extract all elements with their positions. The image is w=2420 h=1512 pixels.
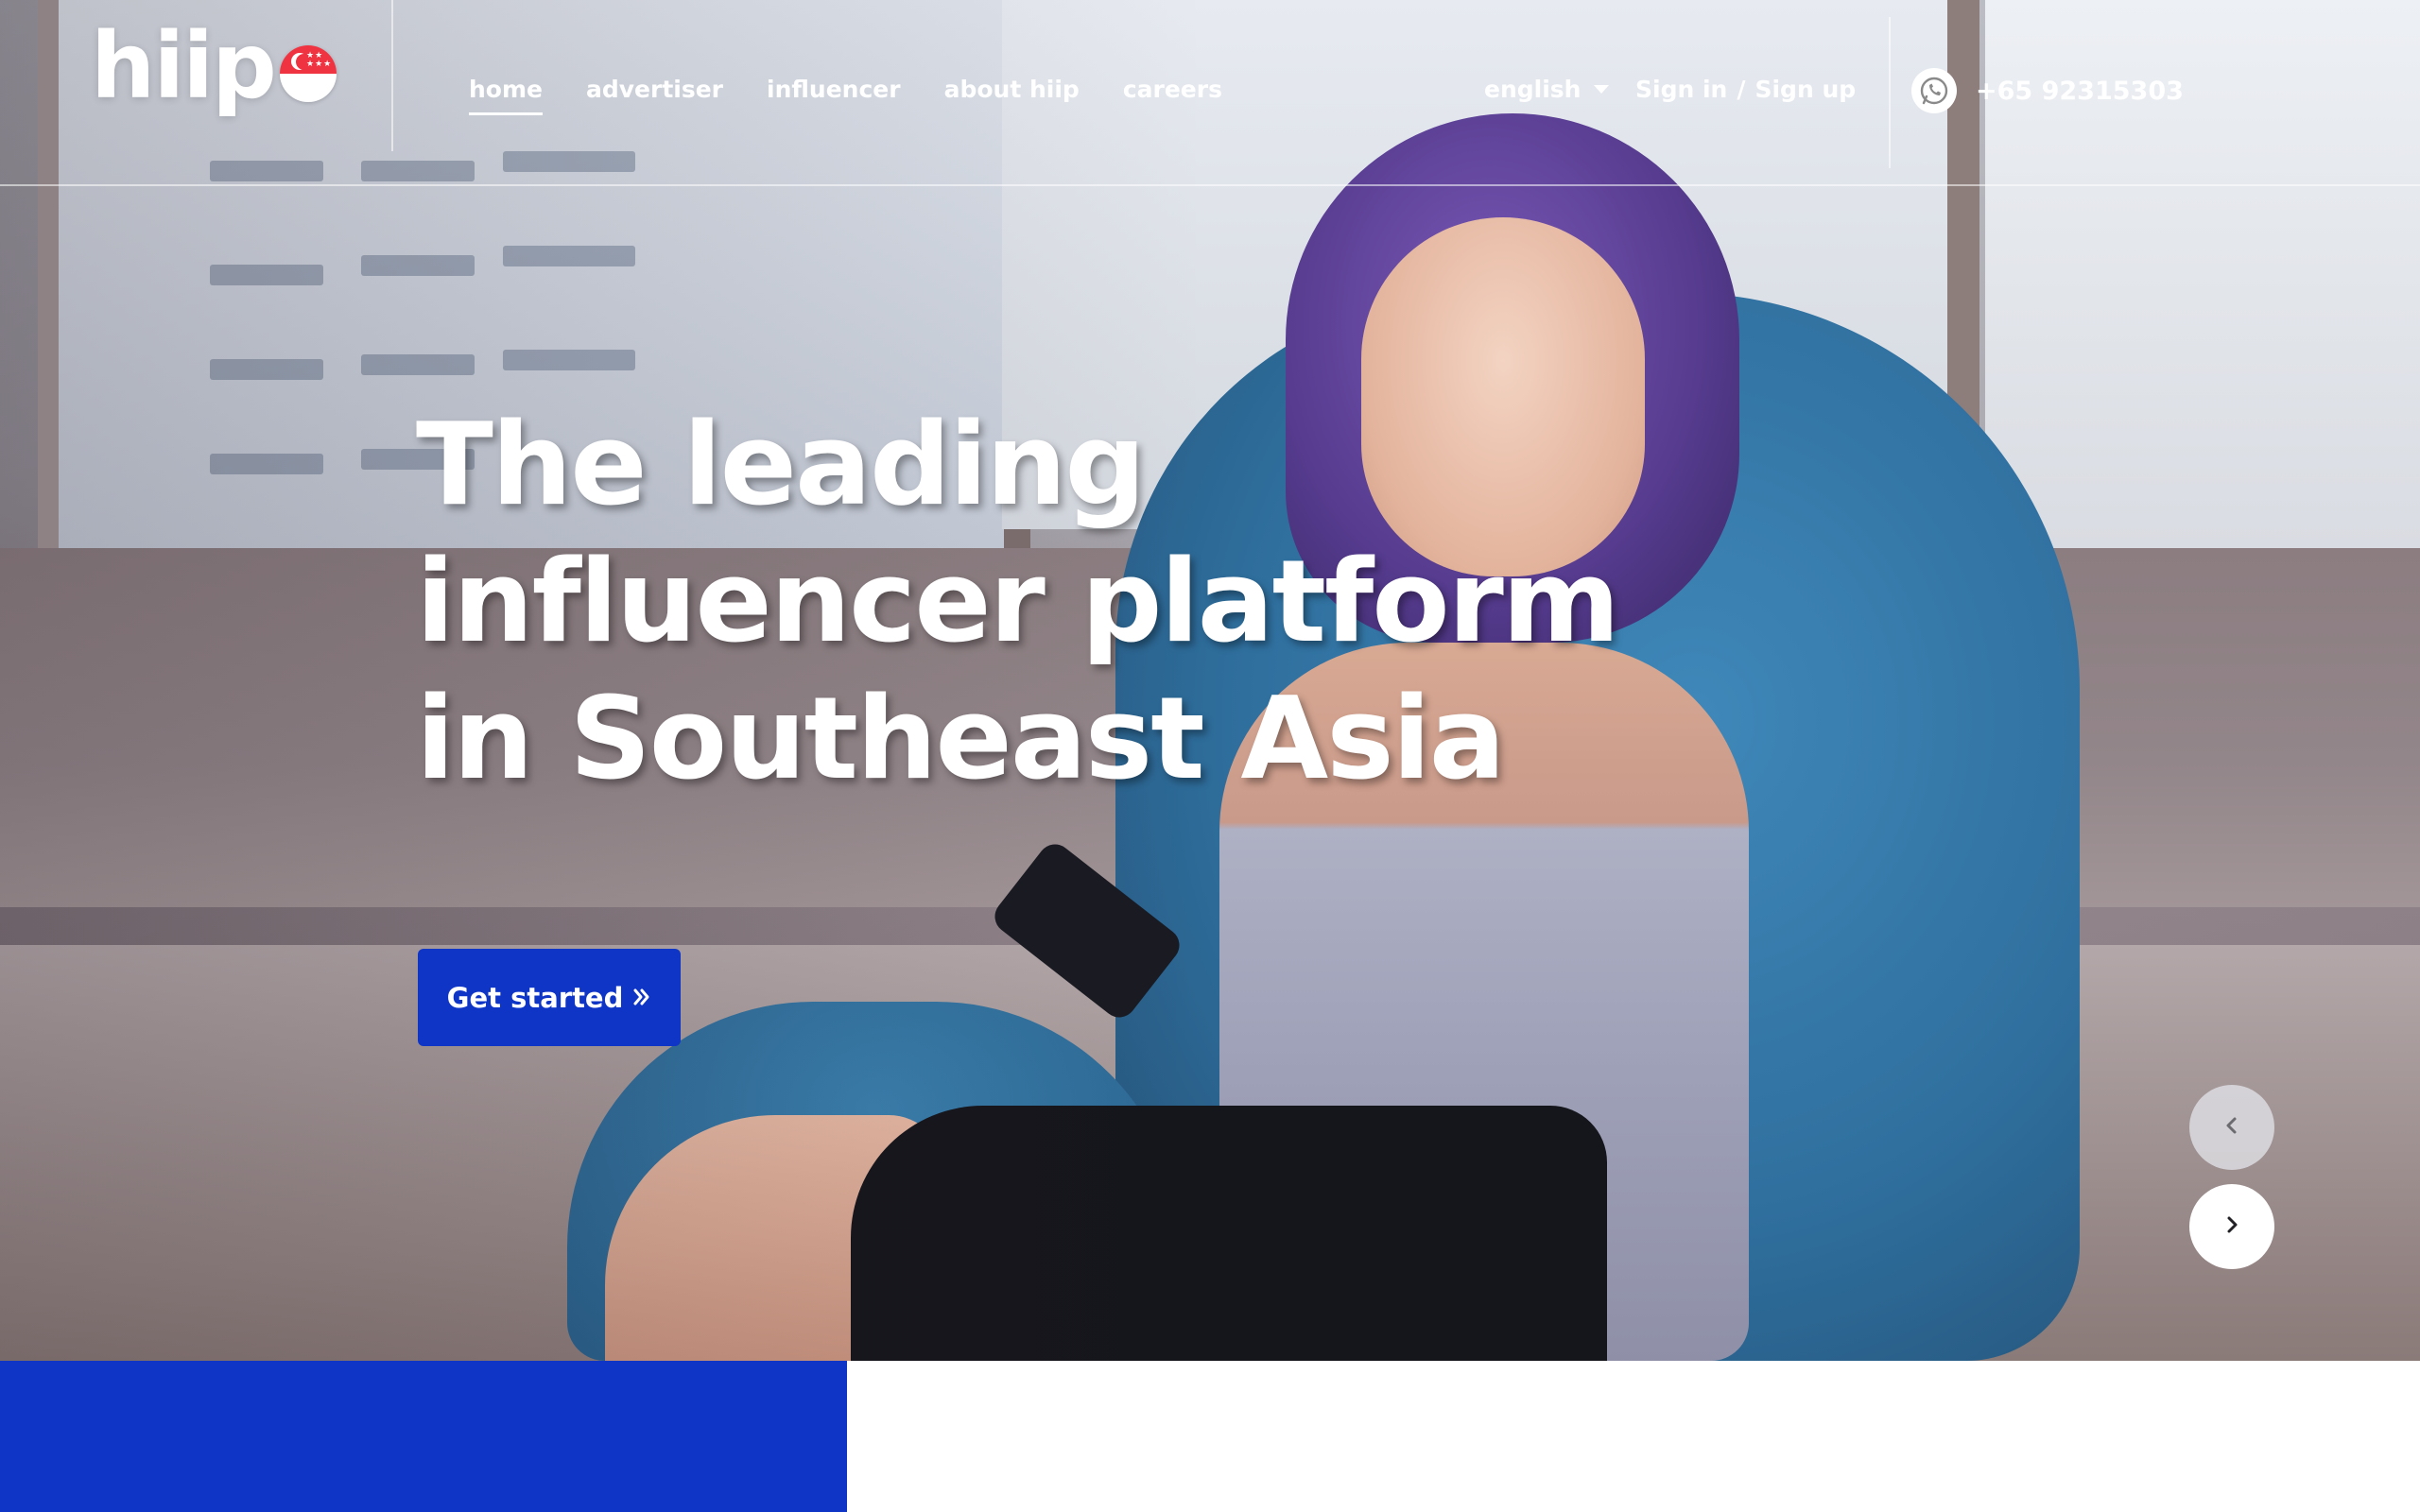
slider-next-button[interactable] bbox=[2189, 1184, 2274, 1269]
language-selector[interactable]: english bbox=[1484, 76, 1610, 103]
white-section-block bbox=[847, 1361, 2420, 1512]
contact-phone[interactable]: +65 92315303 bbox=[1911, 68, 2184, 113]
whatsapp-icon bbox=[1911, 68, 1957, 113]
language-label: english bbox=[1484, 76, 1582, 103]
nav-item-about-hiip[interactable]: about hiip bbox=[944, 76, 1080, 115]
slider-prev-button[interactable] bbox=[2189, 1085, 2274, 1170]
header-divider-right bbox=[1889, 17, 1891, 168]
get-started-button[interactable]: Get started bbox=[418, 949, 681, 1046]
headline-line-2: influencer platform bbox=[416, 537, 1620, 668]
hero-headline: The leading influencer platform in South… bbox=[416, 397, 1645, 808]
auth-separator: / bbox=[1737, 76, 1746, 103]
sign-in-link[interactable]: Sign in bbox=[1635, 76, 1727, 103]
double-chevron-right-icon bbox=[632, 982, 651, 1014]
header-divider-left bbox=[391, 0, 393, 151]
homepage: hiip ★★ ★★★ home advertiser influencer ab… bbox=[0, 0, 2420, 1512]
site-header: hiip ★★ ★★★ home advertiser influencer ab… bbox=[0, 0, 2420, 186]
nav-item-careers[interactable]: careers bbox=[1123, 76, 1222, 115]
nav-item-influencer[interactable]: influencer bbox=[767, 76, 901, 115]
chevron-right-icon bbox=[2221, 1214, 2242, 1240]
chevron-left-icon bbox=[2221, 1115, 2242, 1141]
headline-line-3: in Southeast Asia bbox=[416, 674, 1506, 805]
auth-links: Sign in / Sign up bbox=[1635, 76, 1856, 103]
caret-down-icon bbox=[1594, 85, 1610, 94]
singapore-flag-icon[interactable]: ★★ ★★★ bbox=[280, 45, 337, 102]
headline-line-1: The leading bbox=[416, 400, 1146, 531]
nav-item-home[interactable]: home bbox=[469, 76, 543, 115]
sign-up-link[interactable]: Sign up bbox=[1754, 76, 1856, 103]
main-nav: home advertiser influencer about hiip ca… bbox=[469, 76, 1222, 115]
blue-section-block bbox=[0, 1361, 847, 1512]
get-started-label: Get started bbox=[446, 981, 624, 1014]
hiip-logo[interactable]: hiip bbox=[91, 16, 277, 117]
phone-number: +65 92315303 bbox=[1976, 76, 2184, 106]
nav-item-advertiser[interactable]: advertiser bbox=[586, 76, 723, 115]
